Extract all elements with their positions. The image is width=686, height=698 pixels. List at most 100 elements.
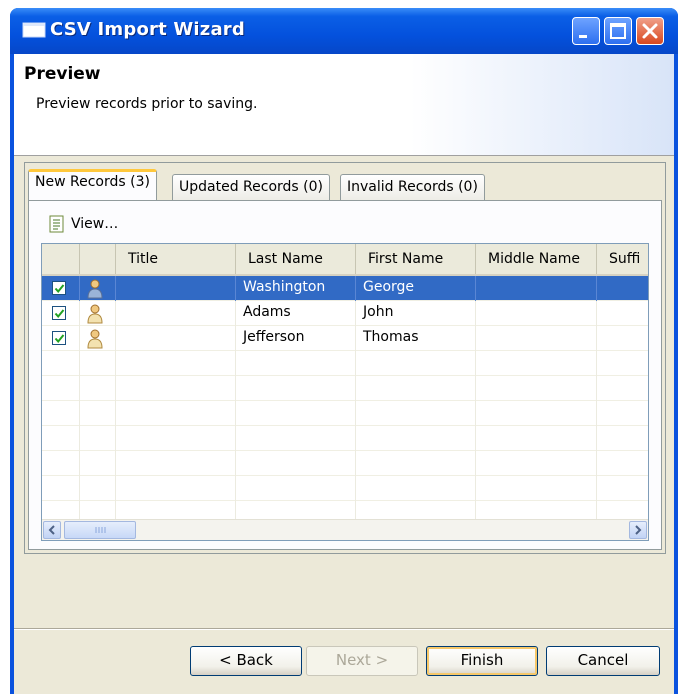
empty-table-row bbox=[42, 451, 648, 476]
empty-cell bbox=[476, 476, 597, 501]
close-button[interactable] bbox=[636, 17, 664, 45]
table-header: Title Last Name First Name Middle Name S… bbox=[42, 244, 648, 276]
empty-cell bbox=[597, 476, 648, 501]
next-button[interactable]: Next > bbox=[306, 646, 418, 676]
horizontal-scrollbar[interactable] bbox=[42, 519, 648, 540]
footer-divider bbox=[14, 628, 674, 630]
empty-cell bbox=[476, 401, 597, 426]
cell-suffix bbox=[597, 301, 648, 326]
row-checkbox-cell[interactable] bbox=[42, 276, 80, 301]
checkmark-icon bbox=[54, 309, 65, 319]
empty-cell bbox=[476, 426, 597, 451]
scroll-right-button[interactable] bbox=[629, 521, 647, 539]
empty-cell bbox=[476, 451, 597, 476]
cell-last-name: Jefferson bbox=[236, 326, 356, 351]
empty-cell bbox=[42, 451, 80, 476]
page-title: Preview bbox=[24, 64, 101, 84]
chevron-right-icon bbox=[635, 525, 642, 535]
minimize-button[interactable] bbox=[572, 17, 600, 45]
row-checkbox[interactable] bbox=[52, 331, 66, 345]
window-title: CSV Import Wizard bbox=[50, 19, 245, 40]
empty-cell bbox=[356, 376, 476, 401]
empty-cell bbox=[597, 376, 648, 401]
empty-cell bbox=[236, 426, 356, 451]
empty-table-row bbox=[42, 376, 648, 401]
scroll-thumb[interactable] bbox=[64, 521, 136, 539]
checkmark-icon bbox=[54, 284, 65, 294]
empty-cell bbox=[356, 426, 476, 451]
records-table[interactable]: Title Last Name First Name Middle Name S… bbox=[41, 243, 649, 541]
tab-updated-records[interactable]: Updated Records (0) bbox=[172, 174, 330, 202]
view-label: View… bbox=[71, 216, 119, 232]
person-icon bbox=[87, 304, 103, 324]
cell-first-name: John bbox=[356, 301, 476, 326]
row-checkbox-cell[interactable] bbox=[42, 326, 80, 351]
column-header-first-name[interactable]: First Name bbox=[356, 244, 476, 274]
window-app-icon bbox=[22, 21, 46, 39]
empty-cell bbox=[116, 376, 236, 401]
empty-table-row bbox=[42, 351, 648, 376]
row-icon-cell bbox=[80, 301, 116, 326]
document-list-icon bbox=[49, 215, 64, 233]
column-header-suffix[interactable]: Suffi bbox=[597, 244, 648, 274]
column-header-title[interactable]: Title bbox=[116, 244, 236, 274]
row-checkbox-cell[interactable] bbox=[42, 301, 80, 326]
column-header-last-name[interactable]: Last Name bbox=[236, 244, 356, 274]
row-checkbox[interactable] bbox=[52, 281, 66, 295]
cell-title bbox=[116, 326, 236, 351]
cell-first-name: George bbox=[356, 276, 476, 301]
column-header-check[interactable] bbox=[42, 244, 80, 274]
empty-cell bbox=[597, 401, 648, 426]
checkmark-icon bbox=[54, 334, 65, 344]
tab-label: Invalid Records (0) bbox=[347, 179, 478, 195]
cell-title bbox=[116, 276, 236, 301]
empty-cell bbox=[80, 351, 116, 376]
empty-cell bbox=[80, 476, 116, 501]
row-checkbox[interactable] bbox=[52, 306, 66, 320]
wizard-body: Preview Preview records prior to saving.… bbox=[14, 54, 674, 694]
cell-middle-name bbox=[476, 301, 597, 326]
cell-suffix bbox=[597, 276, 648, 301]
column-header-icon[interactable] bbox=[80, 244, 116, 274]
chevron-left-icon bbox=[48, 525, 55, 535]
empty-table-row bbox=[42, 426, 648, 451]
empty-cell bbox=[116, 476, 236, 501]
wizard-window: CSV Import Wizard Preview Preview record… bbox=[10, 8, 678, 694]
tab-label: Updated Records (0) bbox=[179, 179, 323, 195]
empty-table-row bbox=[42, 476, 648, 501]
table-row[interactable]: Jefferson Thomas bbox=[42, 326, 648, 351]
cell-middle-name bbox=[476, 276, 597, 301]
empty-cell bbox=[80, 451, 116, 476]
empty-cell bbox=[236, 351, 356, 376]
person-icon bbox=[87, 329, 103, 349]
empty-cell bbox=[356, 476, 476, 501]
empty-cell bbox=[356, 351, 476, 376]
row-icon-cell bbox=[80, 326, 116, 351]
scroll-left-button[interactable] bbox=[43, 521, 61, 539]
empty-cell bbox=[597, 351, 648, 376]
cell-first-name: Thomas bbox=[356, 326, 476, 351]
tab-invalid-records[interactable]: Invalid Records (0) bbox=[340, 174, 485, 202]
column-header-middle-name[interactable]: Middle Name bbox=[476, 244, 597, 274]
empty-cell bbox=[116, 426, 236, 451]
tab-page-new-records: View… Title Last Name First Name Middle … bbox=[28, 200, 662, 550]
empty-cell bbox=[42, 376, 80, 401]
back-button[interactable]: < Back bbox=[190, 646, 302, 676]
empty-cell bbox=[236, 476, 356, 501]
title-bar[interactable]: CSV Import Wizard bbox=[10, 8, 678, 54]
tab-new-records[interactable]: New Records (3) bbox=[28, 169, 157, 200]
table-row[interactable]: Washington George bbox=[42, 276, 648, 301]
table-row[interactable]: Adams John bbox=[42, 301, 648, 326]
empty-cell bbox=[42, 426, 80, 451]
page-subtitle: Preview records prior to saving. bbox=[36, 96, 258, 112]
empty-cell bbox=[80, 401, 116, 426]
maximize-button[interactable] bbox=[604, 17, 632, 45]
empty-cell bbox=[116, 401, 236, 426]
cancel-button[interactable]: Cancel bbox=[546, 646, 660, 676]
empty-cell bbox=[116, 351, 236, 376]
empty-cell bbox=[597, 451, 648, 476]
tab-label: New Records (3) bbox=[35, 174, 150, 190]
finish-button[interactable]: Finish bbox=[426, 646, 538, 676]
view-button[interactable]: View… bbox=[49, 213, 118, 235]
cell-middle-name bbox=[476, 326, 597, 351]
